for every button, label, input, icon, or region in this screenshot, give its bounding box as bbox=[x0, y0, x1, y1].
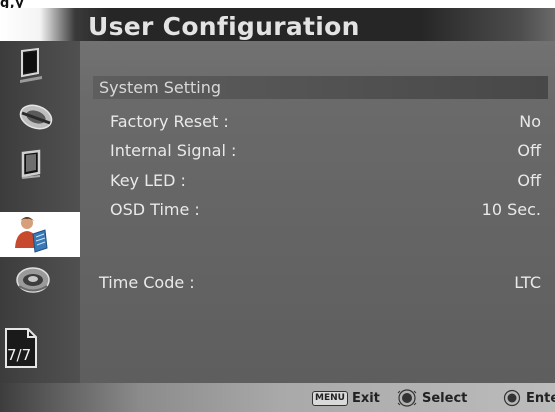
sidebar: 7/7 bbox=[0, 41, 80, 383]
section-title: System Setting bbox=[99, 78, 222, 97]
page-indicator-label: 7/7 bbox=[7, 346, 32, 364]
sidebar-item-audio[interactable] bbox=[0, 259, 80, 307]
enter-hint[interactable]: Enter bbox=[503, 388, 555, 408]
setting-label: OSD Time : bbox=[110, 200, 200, 219]
jog-dial-icon bbox=[397, 389, 417, 407]
settings-panel: System Setting Factory Reset : No Intern… bbox=[80, 41, 555, 383]
setting-label: Internal Signal : bbox=[110, 141, 237, 160]
setting-label: Factory Reset : bbox=[110, 112, 229, 131]
section-header: System Setting bbox=[93, 76, 548, 99]
header-bar: User Configuration bbox=[0, 8, 555, 41]
setting-row-internal-signal[interactable]: Internal Signal : Off bbox=[80, 140, 555, 164]
setting-value: No bbox=[519, 112, 541, 131]
setting-value: LTC bbox=[514, 273, 541, 292]
sidebar-item-screen[interactable] bbox=[0, 141, 80, 189]
sidebar-item-user-config[interactable] bbox=[0, 212, 80, 257]
page-title: User Configuration bbox=[88, 12, 360, 41]
setting-label: Time Code : bbox=[99, 273, 195, 292]
press-dial-icon bbox=[503, 389, 521, 407]
enter-label: Enter bbox=[526, 390, 555, 406]
setting-row-key-led[interactable]: Key LED : Off bbox=[80, 170, 555, 194]
color-wheel-icon bbox=[19, 104, 53, 130]
sidebar-item-monitor[interactable] bbox=[0, 43, 80, 91]
setting-row-osd-time[interactable]: OSD Time : 10 Sec. bbox=[80, 199, 555, 223]
sidebar-item-color[interactable] bbox=[0, 93, 80, 141]
user-config-icon bbox=[15, 217, 48, 253]
footer-bar: MENU Exit Select Enter bbox=[0, 383, 555, 412]
screen-icon bbox=[21, 149, 41, 179]
sidebar-item-page: 7/7 bbox=[0, 325, 80, 375]
menu-key-icon: MENU bbox=[312, 390, 348, 406]
exit-hint[interactable]: MENU Exit bbox=[312, 388, 380, 408]
exit-label: Exit bbox=[351, 390, 380, 406]
setting-value: Off bbox=[517, 141, 541, 160]
select-hint[interactable]: Select bbox=[397, 388, 467, 408]
speaker-icon bbox=[16, 267, 50, 293]
setting-row-factory-reset[interactable]: Factory Reset : No bbox=[80, 111, 555, 135]
select-label: Select bbox=[422, 390, 468, 406]
osd-menu: g,y User Configuration 7/7 System Settin… bbox=[0, 0, 555, 412]
setting-value: 10 Sec. bbox=[481, 200, 541, 219]
monitor-icon bbox=[20, 47, 42, 83]
setting-value: Off bbox=[517, 171, 541, 190]
setting-label: Key LED : bbox=[110, 171, 186, 190]
setting-row-time-code[interactable]: Time Code : LTC bbox=[80, 272, 555, 296]
